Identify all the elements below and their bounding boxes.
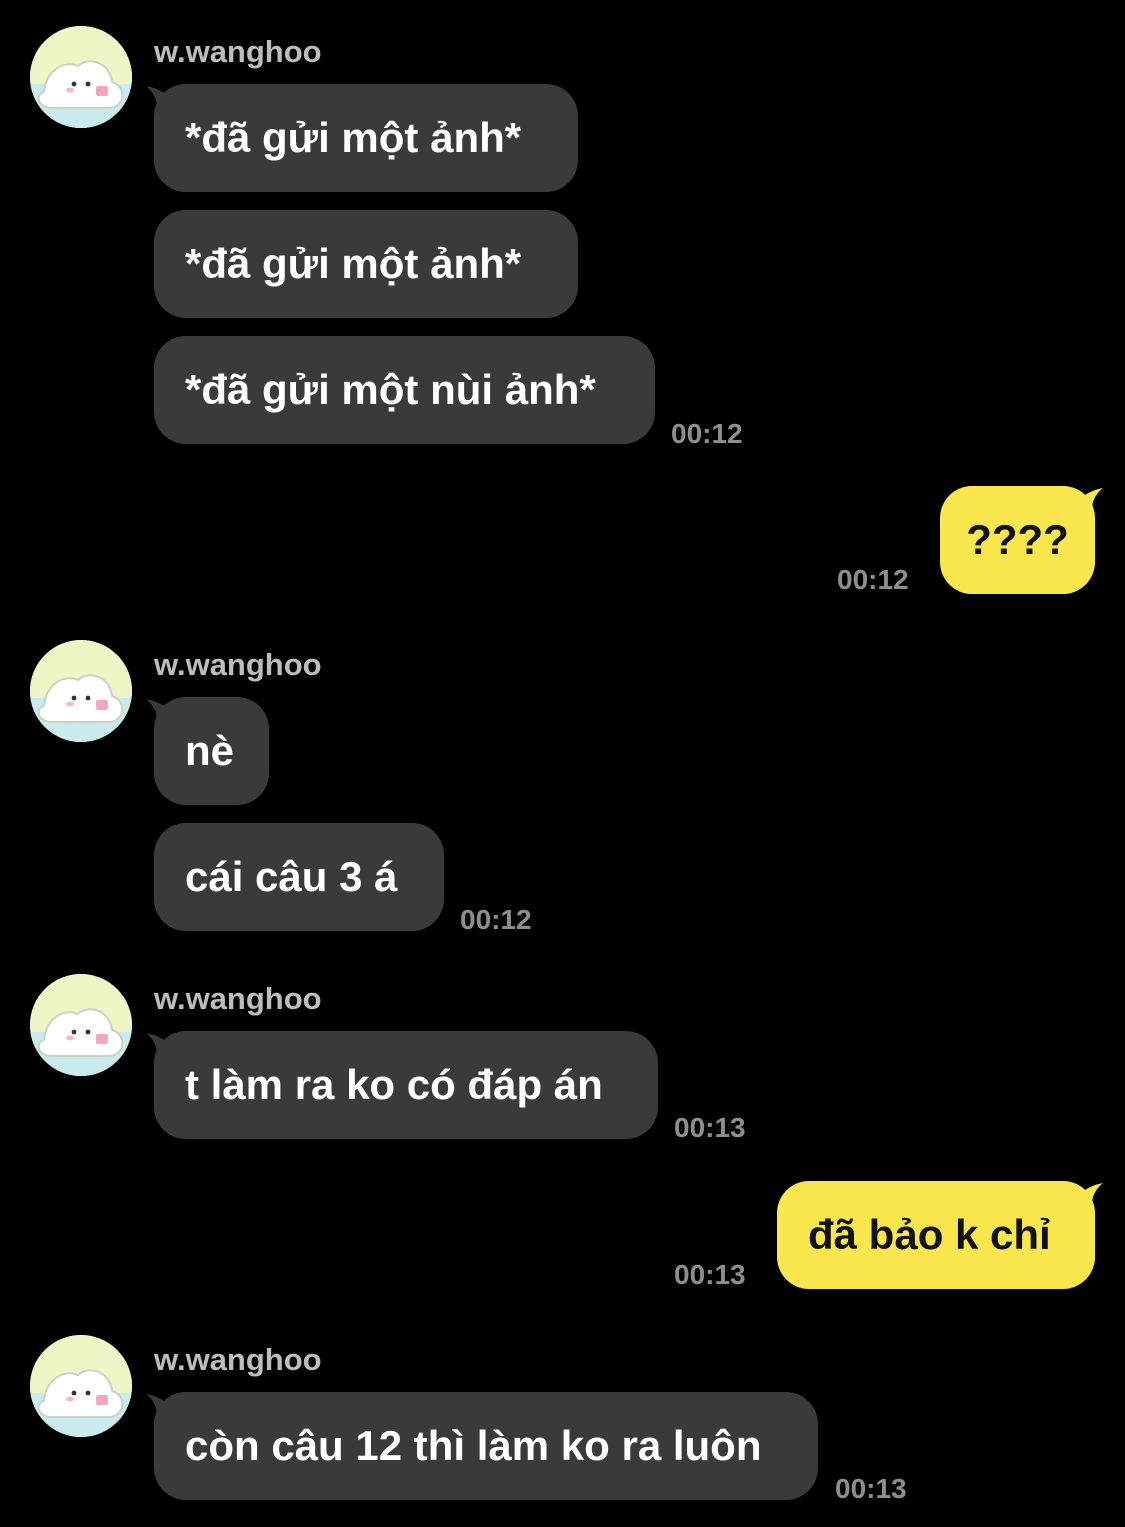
sender-name: w.wanghoo	[154, 34, 322, 69]
message-text: nè	[185, 727, 235, 774]
message-text: ????	[966, 516, 1069, 563]
bubble-tail-icon	[146, 699, 176, 729]
message-timestamp: 00:12	[460, 904, 532, 935]
cartoon-avatar-icon	[30, 974, 132, 1076]
message-bubble[interactable]: còn câu 12 thì làm ko ra luôn	[146, 1392, 818, 1500]
message-text: còn câu 12 thì làm ko ra luôn	[185, 1422, 762, 1469]
message-timestamp: 00:13	[674, 1259, 746, 1290]
message-text: đã bảo k chỉ	[808, 1211, 1051, 1258]
bubble-tail-icon	[146, 1033, 176, 1063]
sender-name: w.wanghoo	[154, 981, 322, 1016]
cartoon-avatar-icon	[30, 1335, 132, 1437]
cartoon-avatar-icon	[30, 640, 132, 742]
contact-avatar[interactable]	[30, 26, 132, 128]
message-text: cái câu 3 á	[185, 853, 398, 900]
message-bubble[interactable]: nè	[146, 697, 269, 805]
bubble-tail-icon	[146, 86, 176, 116]
message-timestamp: 00:12	[671, 418, 743, 449]
message-bubble[interactable]: đã bảo k chỉ	[777, 1181, 1103, 1289]
message-text: t làm ra ko có đáp án	[185, 1061, 603, 1108]
bubble-tail-icon	[146, 1394, 176, 1424]
contact-avatar[interactable]	[30, 640, 132, 742]
bubble-tail-icon	[1073, 1183, 1103, 1213]
message-timestamp: 00:13	[674, 1112, 746, 1143]
cartoon-avatar-icon	[30, 26, 132, 128]
contact-avatar[interactable]	[30, 1335, 132, 1437]
bubble-tail-icon	[1073, 488, 1103, 518]
message-bubble[interactable]: *đã gửi một nùi ảnh*	[154, 336, 655, 444]
message-timestamp: 00:12	[837, 564, 909, 595]
sender-name: w.wanghoo	[154, 1342, 322, 1377]
message-bubble[interactable]: t làm ra ko có đáp án	[146, 1031, 658, 1139]
message-bubble[interactable]: cái câu 3 á	[154, 823, 444, 931]
message-text: *đã gửi một nùi ảnh*	[185, 366, 596, 413]
message-bubble[interactable]: ????	[940, 486, 1103, 594]
message-bubble[interactable]: *đã gửi một ảnh*	[154, 210, 578, 318]
contact-avatar[interactable]	[30, 974, 132, 1076]
message-timestamp: 00:13	[835, 1473, 907, 1504]
sender-name: w.wanghoo	[154, 647, 322, 682]
message-bubble[interactable]: *đã gửi một ảnh*	[146, 84, 578, 192]
message-text: *đã gửi một ảnh*	[185, 240, 522, 287]
message-text: *đã gửi một ảnh*	[185, 114, 522, 161]
